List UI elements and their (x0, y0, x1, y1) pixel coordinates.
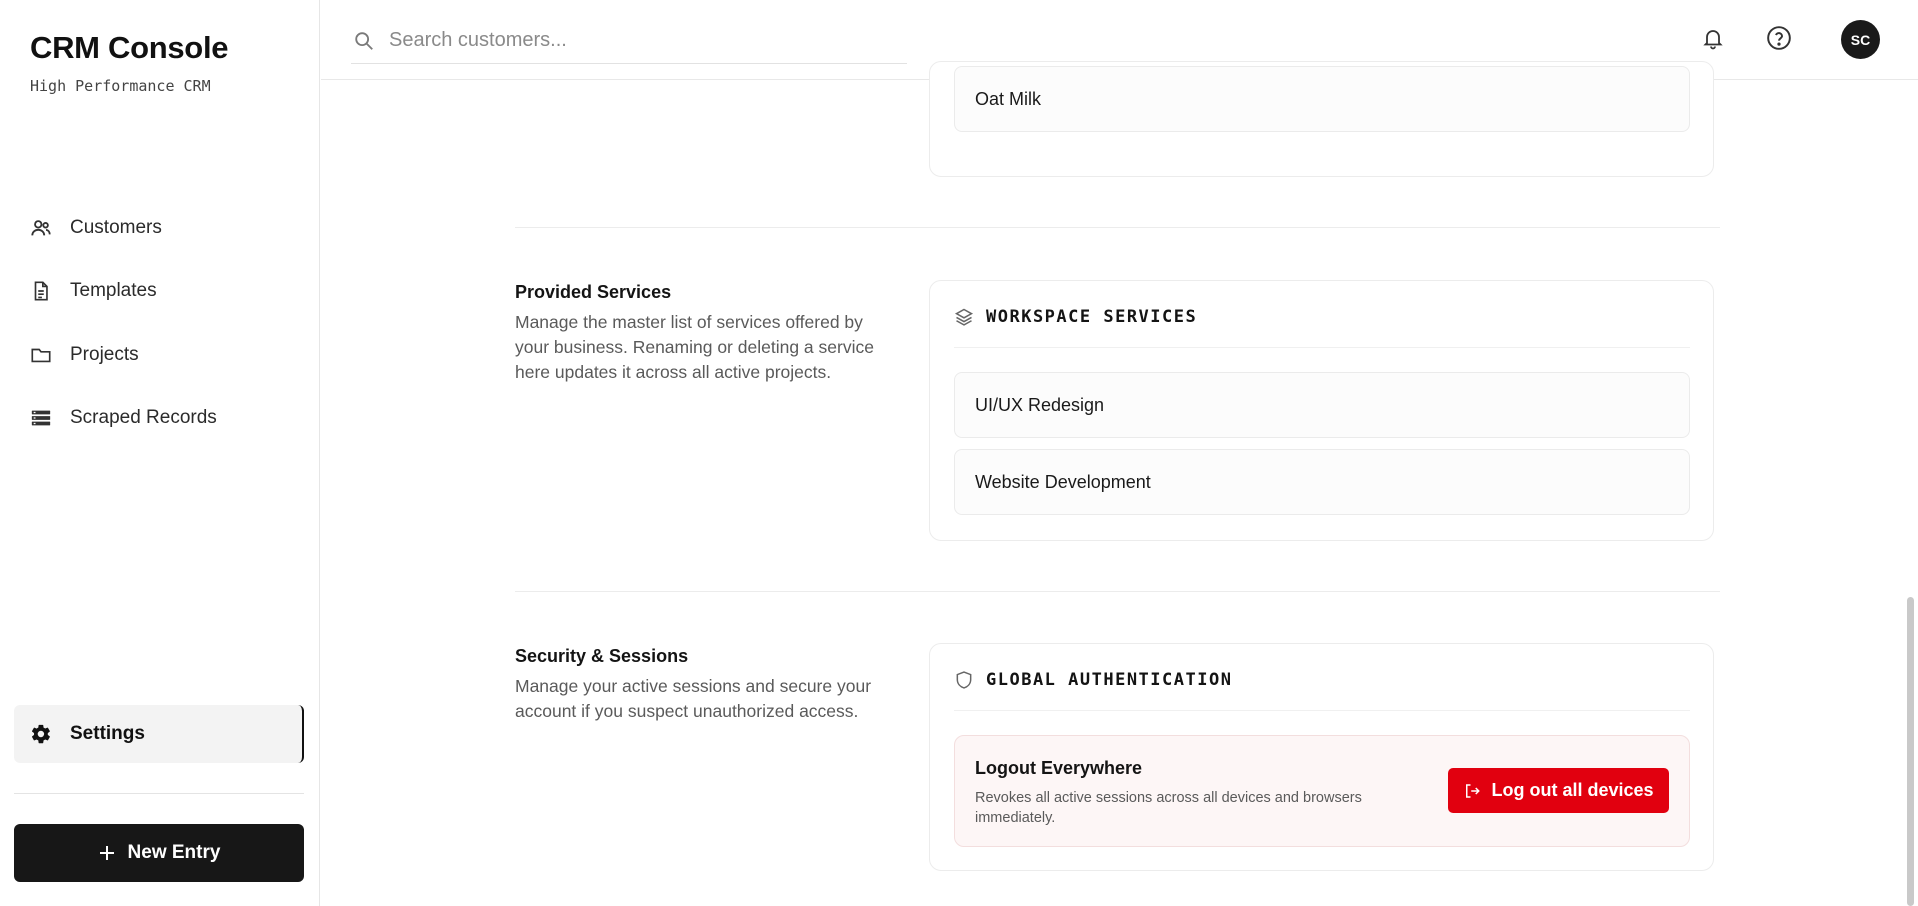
section-divider (515, 227, 1720, 228)
security-title: Security & Sessions (515, 646, 689, 666)
scrollbar[interactable] (1907, 597, 1914, 906)
new-entry-label: New Entry (127, 842, 221, 863)
new-entry-button[interactable]: New Entry (14, 824, 304, 882)
sidebar-item-label: Templates (70, 280, 157, 301)
search-icon (355, 31, 373, 50)
list-item[interactable]: Oat Milk (954, 66, 1690, 132)
brand-title: CRM Console (30, 30, 229, 65)
folder-icon (31, 348, 51, 363)
plus-icon (99, 846, 114, 860)
notifications-button[interactable] (1699, 24, 1727, 52)
list-item[interactable]: UI/UX Redesign (954, 372, 1690, 438)
sidebar-item-label: Projects (70, 344, 139, 365)
services-card-heading: WORKSPACE SERVICES (954, 307, 1197, 327)
security-card: GLOBAL AUTHENTICATION Logout Everywhere … (929, 643, 1714, 871)
logout-description: Revokes all active sessions across all d… (975, 790, 1362, 826)
gear-icon (31, 724, 50, 744)
logout-icon (1466, 783, 1481, 798)
security-card-heading-text: GLOBAL AUTHENTICATION (986, 670, 1233, 690)
search-input[interactable] (389, 29, 889, 52)
layers-icon (954, 308, 974, 326)
services-card-heading-text: WORKSPACE SERVICES (986, 307, 1198, 327)
preferences-card: Oat Milk (929, 61, 1714, 177)
card-heading-divider (954, 710, 1690, 711)
document-icon (34, 281, 48, 301)
help-icon (1767, 26, 1791, 50)
database-icon (31, 410, 51, 426)
services-card: WORKSPACE SERVICES UI/UX Redesign Websit… (929, 280, 1714, 541)
sidebar-item-scraped-records[interactable]: Scraped Records (30, 403, 217, 433)
settings-content: Oat Milk Provided Services Manage the ma… (321, 61, 1918, 906)
section-divider (515, 591, 1720, 592)
list-item[interactable]: Website Development (954, 449, 1690, 515)
logout-everywhere-panel: Logout Everywhere Revokes all active ses… (954, 735, 1690, 847)
sidebar-item-templates[interactable]: Templates (30, 276, 157, 306)
sidebar-item-label: Customers (70, 217, 162, 238)
services-description: Manage the master list of services offer… (515, 312, 874, 382)
logout-title: Logout Everywhere (975, 758, 1143, 778)
sidebar-item-customers[interactable]: Customers (30, 213, 162, 243)
sidebar-divider (14, 793, 304, 794)
users-icon (31, 220, 51, 236)
avatar[interactable]: SC (1841, 20, 1880, 59)
logout-button-label: Log out all devices (1491, 780, 1654, 800)
sidebar-item-projects[interactable]: Projects (30, 340, 139, 370)
help-button[interactable] (1765, 24, 1793, 52)
sidebar-item-settings[interactable]: Settings (14, 705, 304, 763)
shield-icon (956, 671, 972, 689)
card-heading-divider (954, 347, 1690, 348)
search-bar (351, 18, 907, 64)
sidebar: CRM Console High Performance CRM Custome… (0, 0, 320, 906)
security-description: Manage your active sessions and secure y… (515, 676, 872, 721)
services-title: Provided Services (515, 282, 672, 302)
logout-all-devices-button[interactable]: Log out all devices (1448, 768, 1669, 813)
bell-icon (1703, 30, 1723, 50)
brand-subtitle: High Performance CRM (30, 77, 211, 95)
security-card-heading: GLOBAL AUTHENTICATION (954, 670, 1232, 690)
settings-label: Settings (70, 723, 145, 744)
sidebar-item-label: Scraped Records (70, 407, 217, 428)
